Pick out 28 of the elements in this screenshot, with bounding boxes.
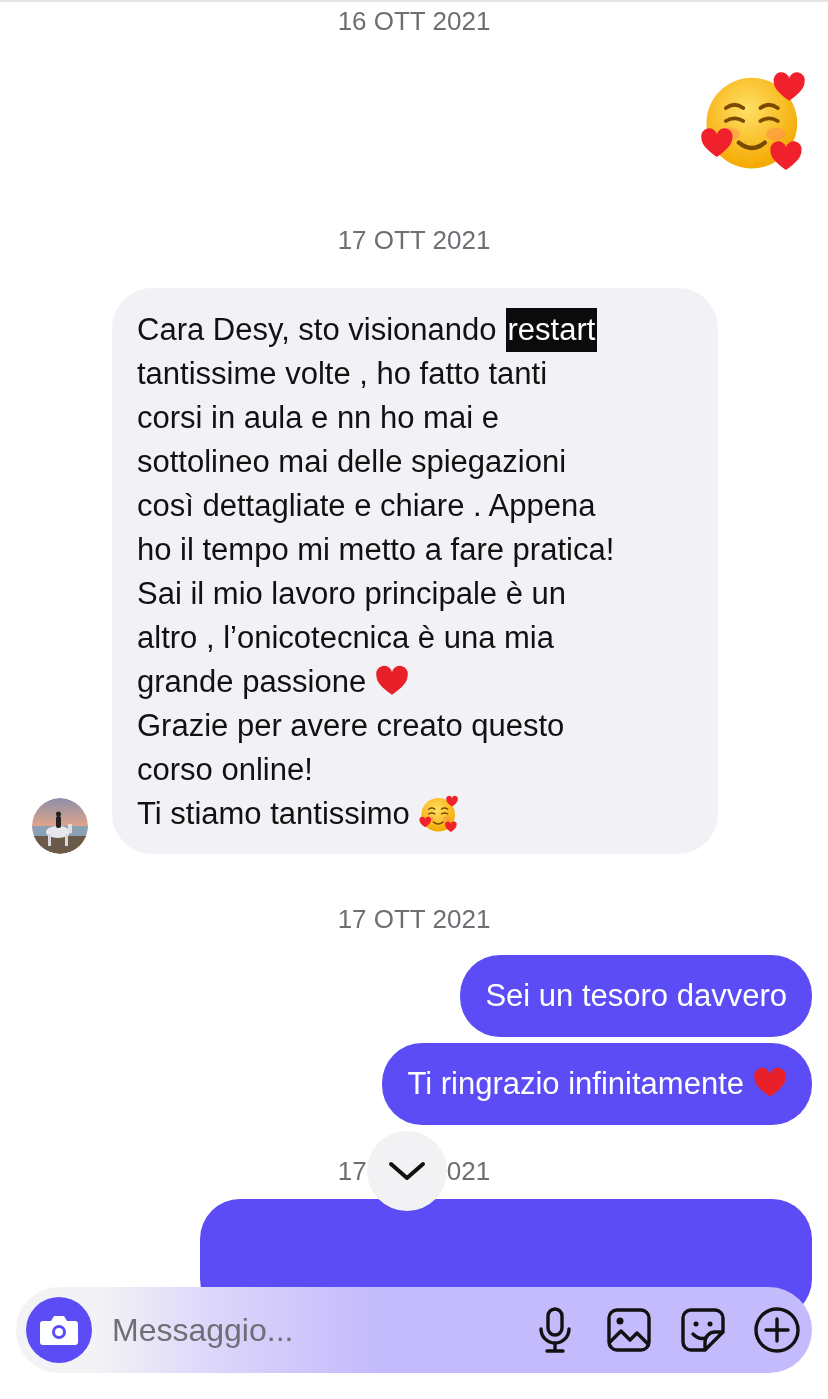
message-text: Sai il mio lavoro principale è un <box>137 575 567 613</box>
message-text: altro , l’onicotecnica è una mia <box>137 619 554 657</box>
date-label: 021 <box>446 1155 491 1187</box>
highlighted-word: restart <box>505 308 598 352</box>
add-button[interactable] <box>752 1305 802 1355</box>
message-text: Ti stiamo tantissimo <box>137 795 410 833</box>
message-text: ho il tempo mi metto a fare pratica! <box>137 531 615 569</box>
message-text: così dettagliate e chiare . Appena <box>137 487 596 525</box>
message-text: tantissime volte , ho fatto tanti <box>137 355 548 393</box>
chevron-down-icon <box>386 1159 427 1183</box>
camera-icon <box>39 1313 79 1347</box>
date-label: 17 <box>337 1155 367 1187</box>
camera-button[interactable] <box>26 1297 92 1363</box>
smiling-face-icon <box>418 794 459 834</box>
message-text: grande passione <box>137 663 367 701</box>
message-text: Sei un tesoro davvero <box>485 977 787 1015</box>
date-label: 16 OTT 2021 <box>337 6 491 37</box>
message-text: corso online! <box>137 751 313 789</box>
message-text: Grazie per avere creato questo <box>137 707 565 745</box>
sticker-button[interactable] <box>678 1305 728 1355</box>
message-text: corsi in aula e nn ho mai e <box>137 399 499 437</box>
date-label: 17 OTT 2021 <box>337 225 491 256</box>
message-text: Ti ringrazio infinitamente <box>407 1065 744 1103</box>
message-text: sottolineo mai delle spiegazioni <box>137 443 567 481</box>
image-button[interactable] <box>604 1305 654 1355</box>
message-field[interactable]: Messaggio... <box>110 1310 506 1350</box>
message-text: Cara Desy, sto visionando <box>137 311 497 349</box>
date-label: 17 OTT 2021 <box>337 904 491 935</box>
